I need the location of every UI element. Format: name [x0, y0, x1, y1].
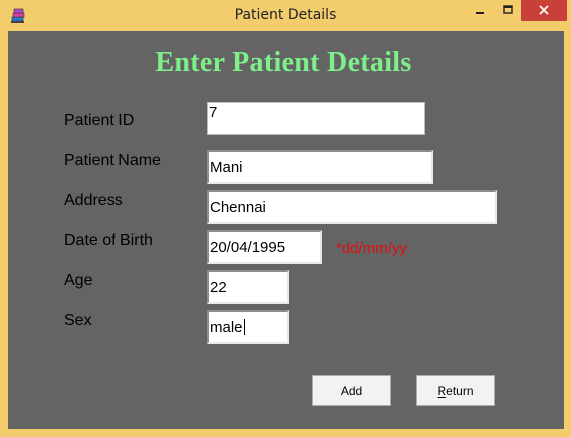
address-field[interactable]: Chennai: [207, 190, 497, 224]
patient-name-label: Patient Name: [64, 152, 161, 169]
patient-details-window: Patient Details Enter Patient Details Pa…: [0, 0, 571, 437]
sex-label: Sex: [64, 312, 92, 329]
text-caret: [243, 319, 245, 335]
dob-format-hint: *dd/mm/yy: [336, 240, 407, 257]
title-bar[interactable]: Patient Details: [0, 0, 571, 31]
maximize-button[interactable]: [494, 0, 521, 21]
patient-id-field[interactable]: 7: [207, 102, 425, 135]
sex-field-value: male: [210, 318, 243, 336]
close-icon: [539, 2, 549, 20]
return-button[interactable]: Return: [416, 375, 495, 406]
age-field[interactable]: 22: [207, 270, 289, 304]
minimize-button[interactable]: [466, 0, 494, 21]
form-panel: Enter Patient Details Patient ID 7 Patie…: [8, 31, 564, 429]
return-button-label: Return: [437, 383, 474, 398]
close-button[interactable]: [521, 0, 567, 21]
patient-id-label: Patient ID: [64, 112, 135, 129]
minimize-icon: [475, 2, 485, 20]
dob-label: Date of Birth: [64, 232, 153, 249]
dob-field[interactable]: 20/04/1995: [207, 230, 322, 264]
patient-name-field[interactable]: Mani: [207, 150, 433, 184]
form-heading: Enter Patient Details: [155, 47, 412, 78]
age-label: Age: [64, 272, 93, 289]
maximize-icon: [502, 2, 513, 20]
add-button[interactable]: Add: [312, 375, 391, 406]
sex-field[interactable]: male: [207, 310, 289, 344]
address-label: Address: [64, 192, 123, 209]
